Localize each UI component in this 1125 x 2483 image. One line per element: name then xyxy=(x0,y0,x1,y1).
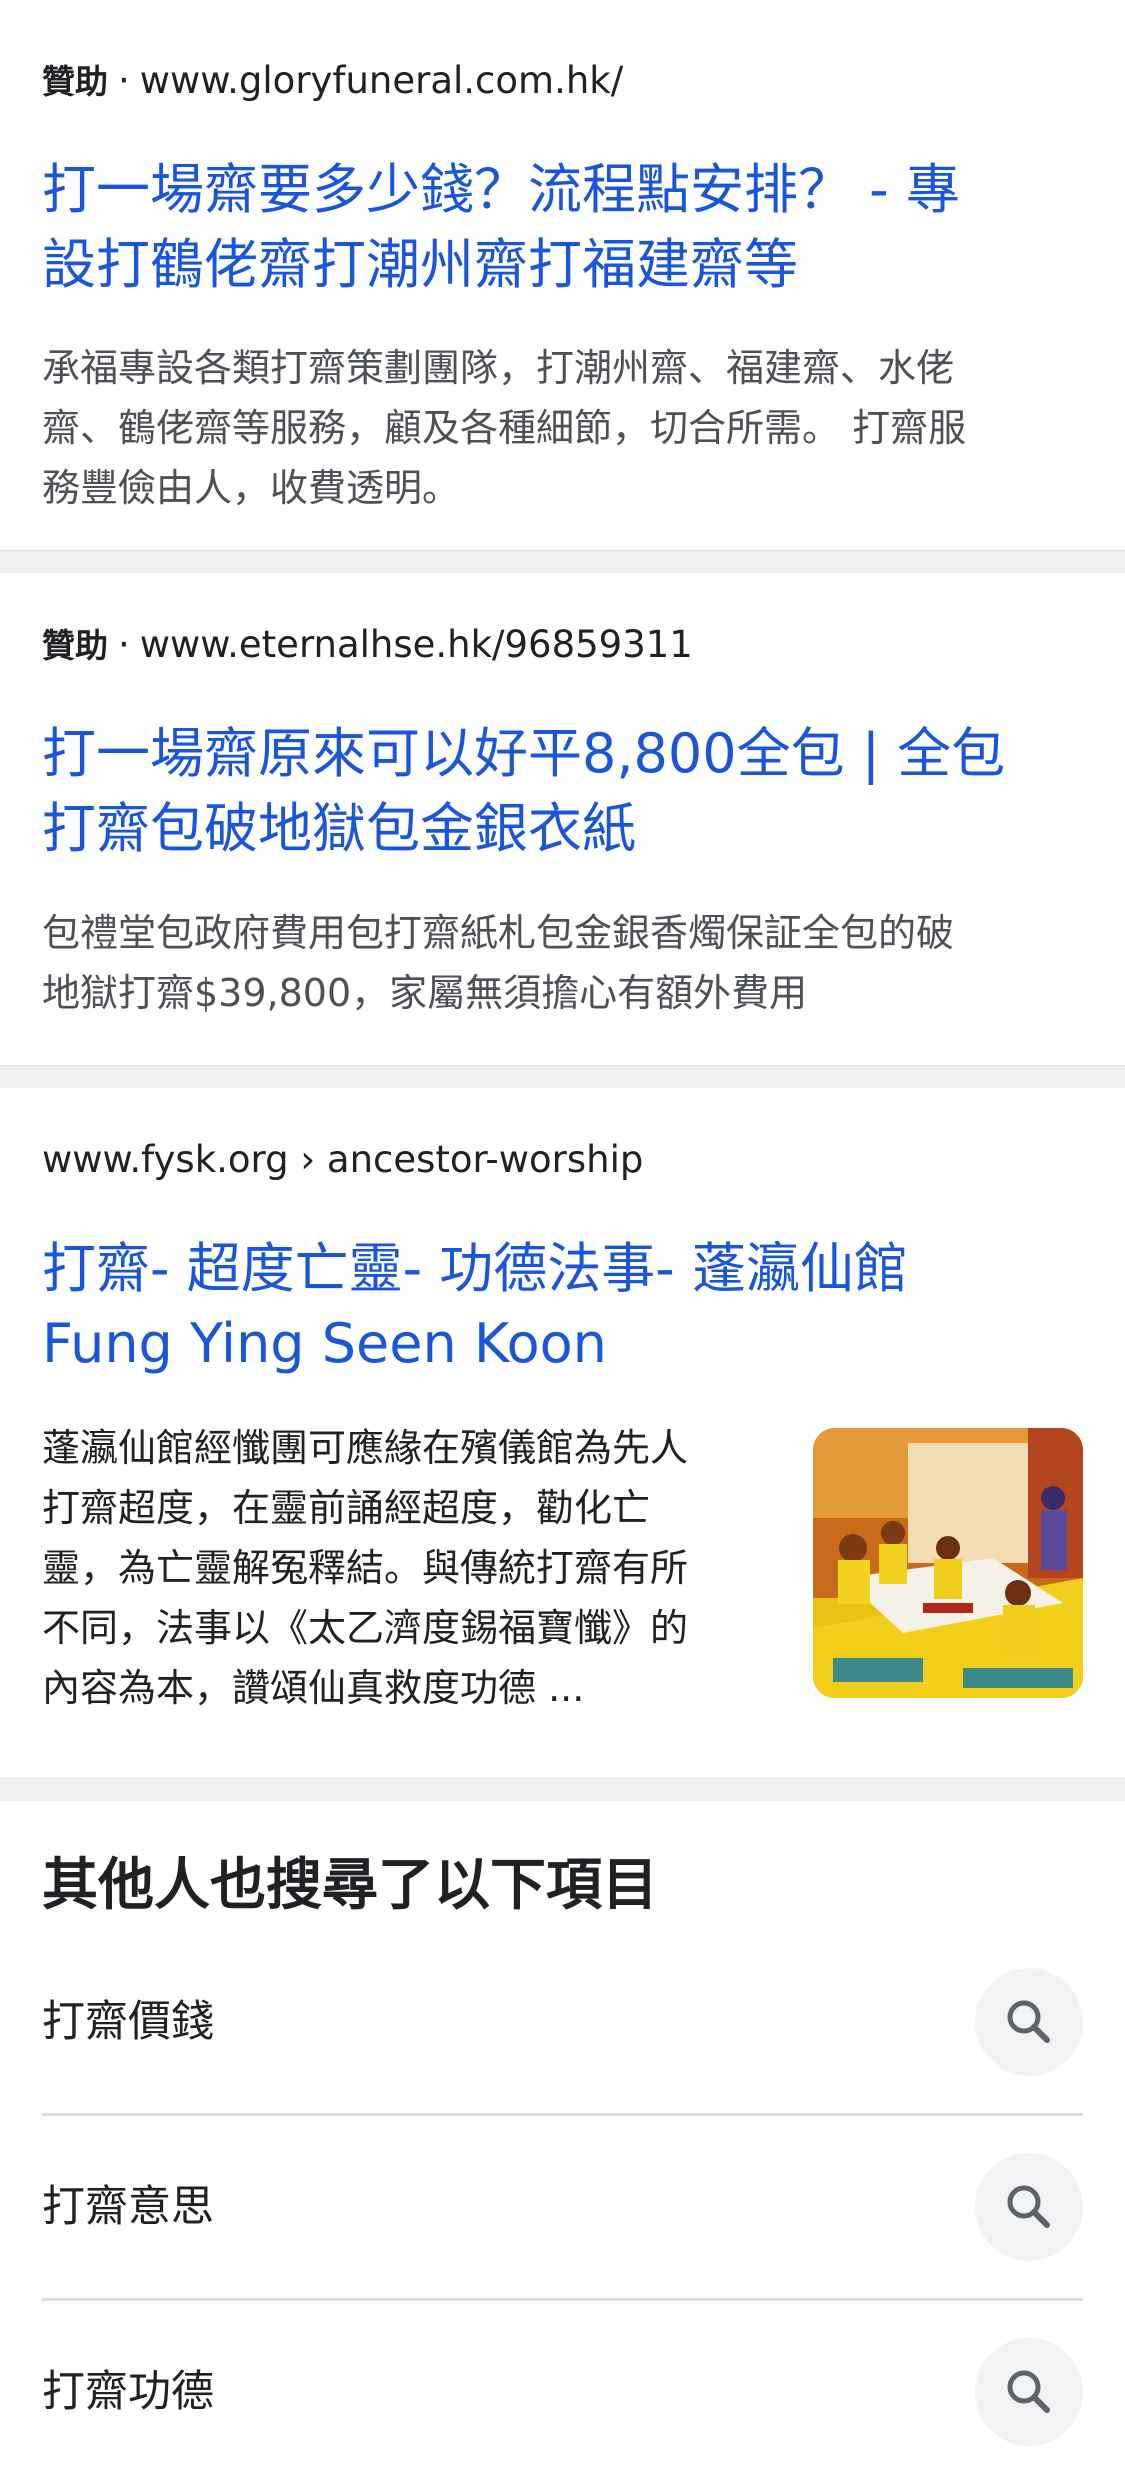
result-thumbnail[interactable] xyxy=(813,1428,1083,1698)
section-separator xyxy=(0,550,1125,573)
snippet-line: 齋、鶴佬齋等服務，顧及各種細節，切合所需。 打齋服 xyxy=(42,406,967,450)
search-icon xyxy=(1007,2185,1050,2228)
result-title-line: 打一場齋原來可以好平8,800全包 | 全包 xyxy=(42,722,1006,785)
breadcrumb-separator: › xyxy=(300,1138,316,1181)
result-url: www.eternalhse.hk/96859311 xyxy=(139,623,693,666)
separator-dot: · xyxy=(118,59,130,102)
result-snippet: 蓬瀛仙館經懺團可應緣在殯儀館為先人 打齋超度，在靈前誦經超度，勸化亡 靈，為亡靈… xyxy=(42,1418,782,1718)
search-icon xyxy=(1007,2000,1050,2043)
separator-dot: · xyxy=(118,623,130,666)
result-card-3: www.fysk.org › ancestor-worship 打齋- 超度亡靈… xyxy=(0,1088,1125,1778)
result-title[interactable]: 打一場齋原來可以好平8,800全包 | 全包 打齋包破地獄包金銀衣紙 xyxy=(42,716,1083,866)
sponsored-badge: 贊助 xyxy=(42,62,108,101)
snippet-line: 承福專設各類打齋策劃團隊，打潮州齋、福建齋、水佬 xyxy=(42,346,955,390)
result-url-line[interactable]: 贊助 · www.eternalhse.hk/96859311 xyxy=(42,621,693,670)
result-title[interactable]: 打齋- 超度亡靈- 功德法事- 蓬瀛仙館 Fung Ying Seen Koon xyxy=(42,1231,1083,1381)
related-search-button[interactable] xyxy=(975,2153,1083,2261)
related-item-label: 打齋意思 xyxy=(42,2182,214,2232)
related-search-button[interactable] xyxy=(975,2338,1083,2446)
result-url-line[interactable]: www.fysk.org › ancestor-worship xyxy=(42,1136,643,1184)
section-separator xyxy=(0,1065,1125,1088)
related-search-button[interactable] xyxy=(975,1968,1083,2076)
result-card-2: 贊助 · www.eternalhse.hk/96859311 打一場齋原來可以好平… xyxy=(0,573,1125,1065)
related-item[interactable]: 打齋功德 xyxy=(42,2301,1083,2483)
related-item-label: 打齋功德 xyxy=(42,2367,214,2417)
result-title-line: 打齋- 超度亡靈- 功德法事- 蓬瀛仙館 xyxy=(42,1237,908,1300)
result-title-line: 打一場齋要多少錢？流程點安排？ - 專 xyxy=(42,158,960,221)
section-separator xyxy=(0,1778,1125,1801)
snippet-line: 務豐儉由人，收費透明。 xyxy=(42,466,461,510)
related-item[interactable]: 打齋意思 xyxy=(42,2116,1083,2298)
related-item-label: 打齋價錢 xyxy=(42,1997,214,2047)
ceremony-photo xyxy=(813,1428,1083,1698)
related-searches: 其他人也搜尋了以下項目 打齋價錢 打齋意思 打齋功德 xyxy=(0,1801,1125,2461)
snippet-line: 打齋超度，在靈前誦經超度，勸化亡 xyxy=(42,1486,651,1530)
result-card-1: 贊助 · www.gloryfuneral.com.hk/ 打一場齋要多少錢？流程點… xyxy=(0,0,1125,550)
snippet-line: 地獄打齋$39,800，家屬無須擔心有額外費用 xyxy=(42,971,808,1015)
related-list: 打齋價錢 打齋意思 打齋功德 xyxy=(42,1931,1083,2483)
result-domain: www.fysk.org xyxy=(42,1138,289,1181)
snippet-line: 內容為本，讚頌仙真救度功德 ... xyxy=(42,1666,585,1710)
result-title-line: Fung Ying Seen Koon xyxy=(42,1312,607,1375)
search-icon xyxy=(1007,2370,1050,2413)
related-title: 其他人也搜尋了以下項目 xyxy=(42,1853,658,1918)
result-url-line[interactable]: 贊助 · www.gloryfuneral.com.hk/ xyxy=(42,57,623,106)
sponsored-badge: 贊助 xyxy=(42,626,108,665)
related-item[interactable]: 打齋價錢 xyxy=(42,1931,1083,2113)
result-path: ancestor-worship xyxy=(326,1138,644,1181)
snippet-line: 靈，為亡靈解冤釋結。與傳統打齋有所 xyxy=(42,1546,689,1590)
result-title[interactable]: 打一場齋要多少錢？流程點安排？ - 專 設打鶴佬齋打潮州齋打福建齋等 xyxy=(42,152,1083,302)
result-title-line: 打齋包破地獄包金銀衣紙 xyxy=(42,797,636,860)
result-snippet: 承福專設各類打齋策劃團隊，打潮州齋、福建齋、水佬 齋、鶴佬齋等服務，顧及各種細節… xyxy=(42,338,1095,518)
snippet-line: 蓬瀛仙館經懺團可應緣在殯儀館為先人 xyxy=(42,1426,689,1470)
snippet-line: 包禮堂包政府費用包打齋紙札包金銀香燭保証全包的破 xyxy=(42,911,955,955)
result-snippet: 包禮堂包政府費用包打齋紙札包金銀香燭保証全包的破 地獄打齋$39,800，家屬無… xyxy=(42,903,1095,1023)
snippet-line: 不同，法事以《太乙濟度錫福寶懺》的 xyxy=(42,1606,689,1650)
result-title-line: 設打鶴佬齋打潮州齋打福建齋等 xyxy=(42,233,798,296)
result-url: www.gloryfuneral.com.hk/ xyxy=(139,59,624,102)
